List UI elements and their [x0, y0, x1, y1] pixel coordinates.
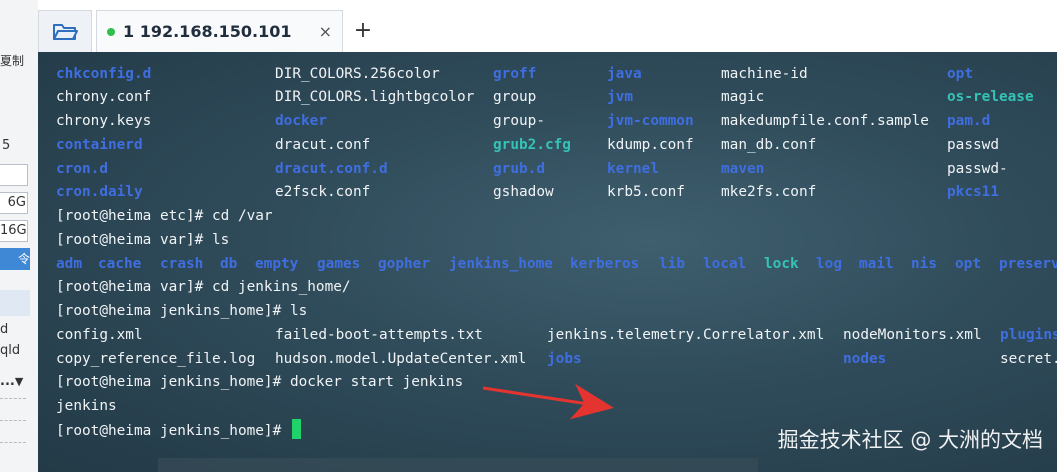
bottom-overlay-strip [158, 458, 758, 472]
tab-title: 1 192.168.150.101 [123, 22, 292, 41]
left-panel-selected-item[interactable]: 令 [0, 248, 30, 270]
left-panel-fragment: 夏制 [0, 54, 25, 68]
left-side-panel: 夏制 5 6G 16G 令 d qld ...▼ [0, 0, 39, 472]
left-panel-field[interactable] [0, 164, 28, 186]
left-panel-fragment: qld [0, 343, 21, 358]
file-browser-button[interactable] [38, 10, 92, 52]
left-panel-dropdown[interactable]: ...▼ [0, 374, 30, 389]
session-tab[interactable]: 1 192.168.150.101 × [96, 10, 343, 52]
left-panel-field[interactable]: 16G [0, 220, 28, 242]
left-panel-field[interactable]: 6G [0, 192, 28, 214]
new-tab-button[interactable]: + [350, 16, 376, 46]
connected-status-icon [107, 27, 115, 36]
close-icon[interactable]: × [319, 22, 332, 41]
divider [0, 442, 26, 443]
divider [0, 398, 26, 399]
terminal-view[interactable]: chkconfig.d DIR_COLORS.256color groff ja… [38, 52, 1057, 472]
left-panel-fragment: d [0, 322, 9, 337]
tab-bar: 1 192.168.150.101 × + [38, 0, 1057, 53]
caret-down-icon: ▼ [14, 375, 24, 388]
divider [0, 420, 26, 421]
watermark-text: 掘金技术社区 @ 大洲的文档 [777, 428, 1043, 452]
folder-icon [53, 23, 78, 40]
annotation-arrow-icon [482, 383, 614, 420]
left-panel-item[interactable] [0, 290, 30, 316]
left-panel-fragment: 5 [2, 138, 11, 153]
